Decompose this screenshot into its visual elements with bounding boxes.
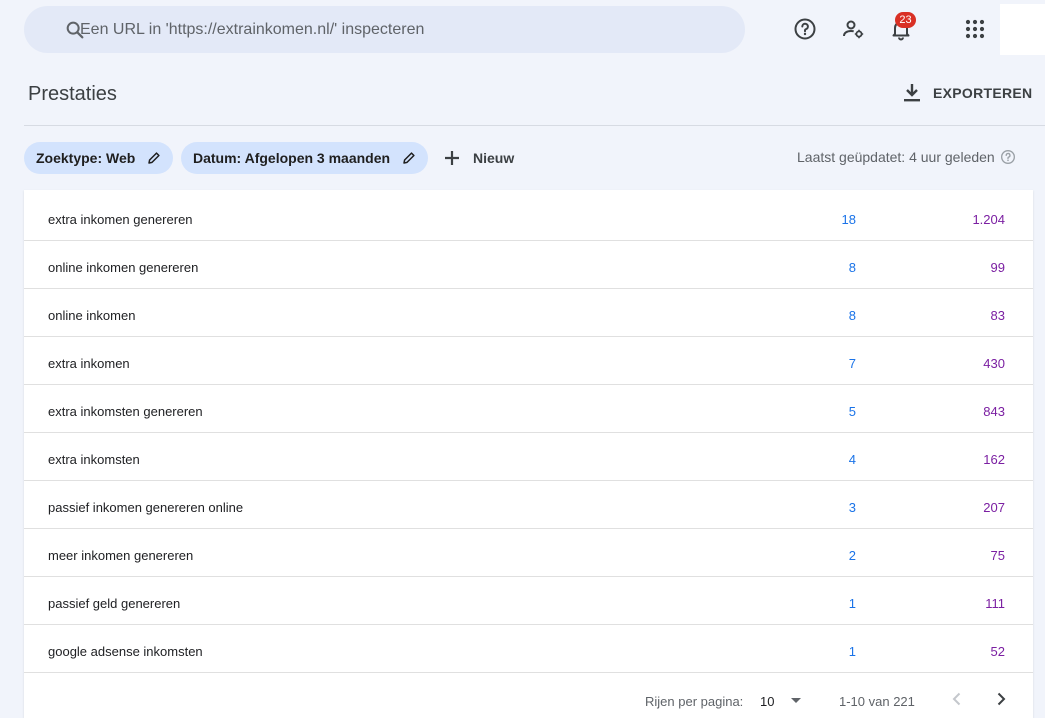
table-row[interactable]: passief inkomen genereren online 3 207 <box>24 481 1033 529</box>
query-cell: extra inkomsten <box>48 452 140 467</box>
query-cell: meer inkomen genereren <box>48 548 194 563</box>
query-cell: google adsense inkomsten <box>48 644 203 659</box>
filter-chip-date[interactable]: Datum: Afgelopen 3 maanden <box>181 142 429 174</box>
pagination: Rijen per pagina: 10 1-10 van 221 <box>24 683 1033 713</box>
table-row[interactable]: extra inkomsten genereren 5 843 <box>24 385 1033 433</box>
top-bar: 23 <box>0 0 1045 60</box>
plus-icon <box>445 151 459 165</box>
impressions-cell: 207 <box>983 500 1005 515</box>
table-row[interactable]: extra inkomen genereren 18 1.204 <box>24 193 1033 241</box>
url-inspect-search[interactable] <box>24 6 745 53</box>
query-cell: online inkomen genereren <box>48 260 199 275</box>
help-circle-icon[interactable] <box>1000 149 1016 165</box>
table-row[interactable]: google adsense inkomsten 1 52 <box>24 625 1033 673</box>
query-cell: passief inkomen genereren online <box>48 500 244 515</box>
queries-table: extra inkomen genereren 18 1.204 online … <box>24 190 1033 718</box>
clicks-cell: 4 <box>848 452 856 467</box>
impressions-cell: 430 <box>983 356 1005 371</box>
filter-chip-search-type-label: Zoektype: Web <box>36 150 136 166</box>
query-cell: extra inkomsten genereren <box>48 404 203 419</box>
rows-per-page-label: Rijen per pagina: <box>645 694 744 709</box>
edit-pencil-icon[interactable] <box>147 151 161 165</box>
header-divider <box>24 125 1045 126</box>
apps-grid-icon[interactable] <box>963 17 987 41</box>
last-updated-status: Laatst geüpdatet: 4 uur geleden <box>797 149 1016 165</box>
filter-chip-search-type[interactable]: Zoektype: Web <box>24 142 174 174</box>
query-cell: extra inkomen genereren <box>48 212 193 227</box>
impressions-cell: 1.204 <box>972 212 1005 227</box>
impressions-cell: 75 <box>990 548 1005 563</box>
clicks-cell: 1 <box>848 596 856 611</box>
clicks-cell: 18 <box>841 212 856 227</box>
filter-chip-date-label: Datum: Afgelopen 3 maanden <box>193 150 391 166</box>
user-settings-icon[interactable] <box>841 17 865 41</box>
impressions-cell: 843 <box>983 404 1005 419</box>
page-title: Prestaties <box>28 83 117 105</box>
account-avatar[interactable] <box>1000 4 1045 55</box>
clicks-cell: 1 <box>848 644 856 659</box>
add-filter-button[interactable]: Nieuw <box>444 147 514 169</box>
add-filter-label: Nieuw <box>473 150 515 166</box>
table-row[interactable]: passief geld genereren 1 111 <box>24 577 1033 625</box>
clicks-cell: 8 <box>848 308 856 323</box>
chevron-right-icon[interactable] <box>992 690 1010 708</box>
table-row[interactable]: meer inkomen genereren 2 75 <box>24 529 1033 577</box>
url-inspect-input[interactable] <box>80 16 720 44</box>
clicks-cell: 8 <box>848 260 856 275</box>
clicks-cell: 2 <box>848 548 856 563</box>
impressions-cell: 99 <box>990 260 1005 275</box>
impressions-cell: 52 <box>990 644 1005 659</box>
impressions-cell: 111 <box>985 596 1005 611</box>
export-button[interactable]: EXPORTEREN <box>902 81 1032 105</box>
query-cell: passief geld genereren <box>48 596 181 611</box>
page-range: 1-10 van 221 <box>839 694 915 709</box>
table-row[interactable]: extra inkomen 7 430 <box>24 337 1033 385</box>
export-label: EXPORTEREN <box>933 85 1033 101</box>
table-row[interactable]: online inkomen 8 83 <box>24 289 1033 337</box>
clicks-cell: 5 <box>848 404 856 419</box>
clicks-cell: 3 <box>848 500 856 515</box>
query-cell: extra inkomen <box>48 356 130 371</box>
help-icon[interactable] <box>793 17 817 41</box>
clicks-cell: 7 <box>848 356 856 371</box>
notification-count-badge: 23 <box>895 12 916 28</box>
impressions-cell: 162 <box>983 452 1005 467</box>
rows-per-page-select[interactable]: 10 <box>760 694 774 709</box>
query-cell: online inkomen <box>48 308 136 323</box>
last-updated-text: Laatst geüpdatet: 4 uur geleden <box>797 149 995 165</box>
chevron-left-icon[interactable] <box>948 690 966 708</box>
table-row[interactable]: online inkomen genereren 8 99 <box>24 241 1033 289</box>
impressions-cell: 83 <box>990 308 1005 323</box>
download-icon <box>904 84 920 102</box>
edit-pencil-icon[interactable] <box>402 151 416 165</box>
dropdown-arrow-icon[interactable] <box>789 693 803 707</box>
table-row[interactable]: extra inkomsten 4 162 <box>24 433 1033 481</box>
